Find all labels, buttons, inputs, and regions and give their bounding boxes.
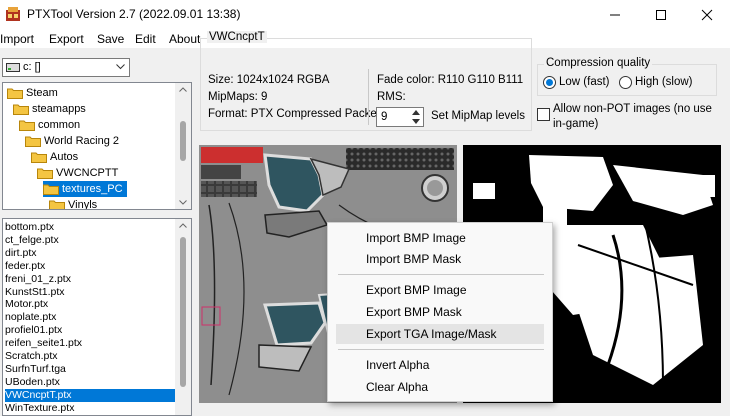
minimize-button[interactable] bbox=[592, 0, 638, 30]
tree-item-label: Steam bbox=[26, 87, 58, 99]
folder-icon bbox=[31, 152, 47, 163]
file-item[interactable]: UBoden.ptx bbox=[5, 376, 175, 389]
fade-color-label: Fade color: R110 G110 B111 bbox=[377, 74, 524, 86]
menu-save[interactable]: Save bbox=[97, 32, 124, 46]
menu-export[interactable]: Export bbox=[49, 32, 84, 46]
scroll-down-icon[interactable] bbox=[179, 200, 187, 205]
file-item[interactable]: VWCncptT.ptx bbox=[5, 388, 175, 402]
tree-item[interactable]: VWCNCPTT bbox=[37, 165, 122, 181]
tree-item-label: steamapps bbox=[32, 103, 86, 115]
rms-label: RMS: bbox=[377, 91, 406, 103]
tree-item-label: VWCNCPTT bbox=[56, 167, 119, 179]
file-item[interactable]: noplate.ptx bbox=[5, 311, 175, 324]
tree-item[interactable]: textures_PC bbox=[43, 181, 127, 197]
open-folder-icon bbox=[43, 184, 59, 195]
minimize-icon bbox=[610, 14, 620, 16]
tree-scroll-thumb[interactable] bbox=[180, 121, 186, 161]
tree-item-label: Autos bbox=[50, 151, 79, 163]
drive-icon bbox=[6, 63, 20, 72]
file-item[interactable]: freni_01_z.ptx bbox=[5, 273, 175, 286]
low-quality-radio[interactable] bbox=[543, 76, 556, 89]
close-button[interactable] bbox=[684, 0, 730, 30]
tree-item-label: textures_PC bbox=[62, 183, 123, 195]
window-title: PTXTool Version 2.7 (2022.09.01 13:38) bbox=[27, 7, 241, 21]
mipmaps-label: MipMaps: 9 bbox=[208, 91, 268, 103]
folder-tree[interactable]: Steam steamapps common World Racing 2 Autos V… bbox=[2, 82, 192, 210]
low-quality-label: Low (fast) bbox=[559, 76, 610, 88]
tree-item[interactable]: World Racing 2 bbox=[25, 133, 123, 149]
invert-alpha-item[interactable]: Invert Alpha bbox=[336, 355, 544, 375]
menu-separator bbox=[338, 349, 544, 350]
folder-icon bbox=[37, 168, 53, 179]
stepper-up-icon[interactable] bbox=[412, 110, 420, 116]
file-item[interactable]: reifen_seite1.ptx bbox=[5, 337, 175, 350]
title-bar: PTXTool Version 2.7 (2022.09.01 13:38) bbox=[0, 0, 730, 30]
file-scrollbar[interactable] bbox=[175, 219, 191, 415]
tree-item[interactable]: Steam bbox=[7, 85, 62, 101]
file-item[interactable]: Scratch.ptx bbox=[5, 350, 175, 363]
high-quality-radio[interactable] bbox=[619, 76, 632, 89]
tree-item[interactable]: common bbox=[19, 117, 84, 133]
file-list[interactable]: bottom.ptx ct_felge.ptx dirt.ptx feder.ptx f… bbox=[2, 218, 192, 416]
file-item[interactable]: SurfnTurf.tga bbox=[5, 363, 175, 376]
allow-non-pot-label: Allow non-POT images (no use in-game) bbox=[553, 103, 712, 130]
tree-scrollbar[interactable] bbox=[175, 83, 191, 209]
menu-separator bbox=[338, 274, 544, 275]
texture-info-group: VWCncptT Size: 1024x1024 RGBA MipMaps: 9… bbox=[200, 31, 532, 131]
info-divider bbox=[368, 69, 369, 125]
compression-title: Compression quality bbox=[544, 57, 653, 69]
scroll-up-icon[interactable] bbox=[179, 87, 187, 92]
tree-item-label: World Racing 2 bbox=[44, 135, 119, 147]
file-item[interactable]: profiel01.ptx bbox=[5, 324, 175, 337]
file-scroll-thumb[interactable] bbox=[180, 237, 186, 387]
tree-item-label: common bbox=[38, 119, 81, 131]
export-bmp-mask-item[interactable]: Export BMP Mask bbox=[336, 302, 544, 322]
tree-item-label: Vinyls bbox=[68, 199, 98, 210]
file-item[interactable]: Motor.ptx bbox=[5, 298, 175, 311]
tree-item[interactable]: Vinyls bbox=[49, 197, 101, 210]
app-icon bbox=[6, 7, 20, 21]
context-menu: Import BMP Image Import BMP Mask Export … bbox=[327, 222, 553, 402]
file-item[interactable]: bottom.ptx bbox=[5, 221, 175, 234]
menu-about[interactable]: About bbox=[169, 32, 200, 46]
texture-name: VWCncptT bbox=[207, 31, 267, 43]
folder-icon bbox=[25, 136, 41, 147]
folder-icon bbox=[13, 104, 29, 115]
scroll-up-icon[interactable] bbox=[179, 223, 187, 228]
tree-item[interactable]: Autos bbox=[31, 149, 82, 165]
set-mipmap-label: Set MipMap levels bbox=[431, 110, 525, 122]
mipmap-stepper[interactable]: 9 bbox=[376, 107, 424, 127]
menu-edit[interactable]: Edit bbox=[135, 32, 156, 46]
file-item[interactable]: ct_felge.ptx bbox=[5, 234, 175, 247]
tree-item[interactable]: steamapps bbox=[13, 101, 90, 117]
file-item[interactable]: WinTexture.ptx bbox=[5, 402, 175, 415]
chevron-down-icon bbox=[116, 64, 125, 70]
allow-non-pot-checkbox[interactable] bbox=[537, 108, 550, 121]
file-item[interactable]: feder.ptx bbox=[5, 260, 175, 273]
drive-value: c: [] bbox=[23, 61, 41, 73]
folder-icon bbox=[19, 120, 35, 131]
folder-icon bbox=[49, 200, 65, 209]
export-tga-item[interactable]: Export TGA Image/Mask bbox=[336, 324, 544, 344]
size-label: Size: 1024x1024 RGBA bbox=[208, 74, 330, 86]
close-icon bbox=[701, 9, 713, 21]
import-bmp-image-item[interactable]: Import BMP Image bbox=[336, 228, 544, 248]
file-item[interactable]: KunstSt1.ptx bbox=[5, 286, 175, 299]
menu-import[interactable]: Import bbox=[0, 32, 34, 46]
stepper-down-icon[interactable] bbox=[412, 119, 420, 125]
clear-alpha-item[interactable]: Clear Alpha bbox=[336, 377, 544, 397]
maximize-icon bbox=[656, 10, 666, 20]
folder-icon bbox=[7, 88, 23, 99]
mipmap-value: 9 bbox=[381, 111, 388, 123]
file-item[interactable]: dirt.ptx bbox=[5, 247, 175, 260]
import-bmp-mask-item[interactable]: Import BMP Mask bbox=[336, 249, 544, 269]
format-label: Format: PTX Compressed Packed bbox=[208, 108, 384, 120]
high-quality-label: High (slow) bbox=[635, 76, 693, 88]
drive-select[interactable]: c: [] bbox=[2, 58, 130, 77]
maximize-button[interactable] bbox=[638, 0, 684, 30]
export-bmp-image-item[interactable]: Export BMP Image bbox=[336, 280, 544, 300]
